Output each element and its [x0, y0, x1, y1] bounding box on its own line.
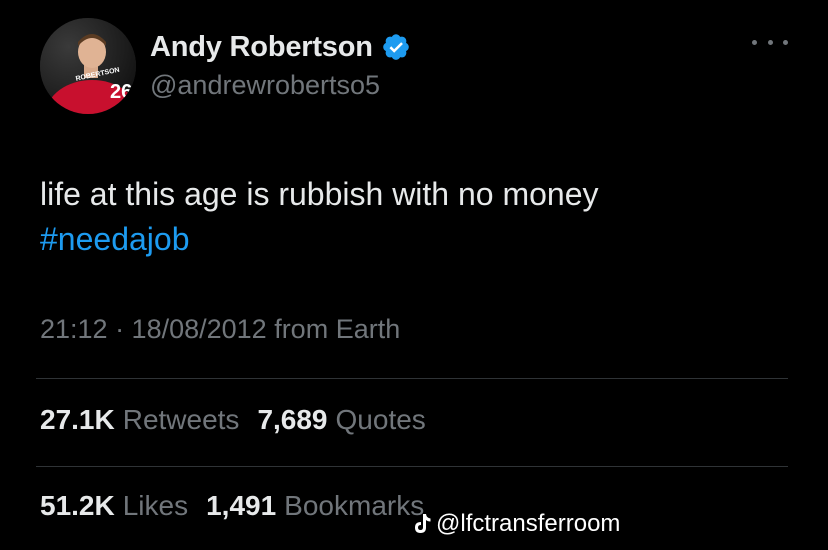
divider — [36, 466, 788, 467]
tweet-timestamp[interactable]: 21:12 · 18/08/2012 from Earth — [40, 314, 400, 345]
dot-icon — [752, 39, 757, 45]
jersey-number: 26 — [110, 81, 132, 103]
user-handle[interactable]: @andrewrobertso5 — [150, 70, 380, 101]
tiktok-icon — [415, 514, 431, 533]
dot-icon — [767, 39, 773, 45]
retweets-label[interactable]: Retweets — [123, 404, 240, 436]
watermark-text: @lfctransferroom — [436, 510, 621, 537]
hashtag-link[interactable]: #needajob — [40, 217, 790, 262]
engagement-row-1: 27.1K Retweets 7,689 Quotes — [40, 404, 444, 436]
bookmarks-count[interactable]: 1,491 — [206, 490, 276, 522]
bookmarks-label[interactable]: Bookmarks — [284, 490, 424, 522]
quotes-label[interactable]: Quotes — [336, 404, 426, 436]
verified-badge-icon — [382, 34, 409, 60]
retweets-count[interactable]: 27.1K — [40, 404, 115, 436]
dot-icon — [783, 39, 788, 45]
engagement-row-2: 51.2K Likes 1,491 Bookmarks — [40, 490, 442, 522]
avatar[interactable]: 26 ROBERTSON — [40, 18, 136, 114]
likes-count[interactable]: 51.2K — [40, 490, 115, 522]
divider — [36, 378, 788, 379]
more-options-button[interactable] — [752, 30, 788, 54]
display-name[interactable]: Andy Robertson — [150, 31, 373, 64]
likes-label[interactable]: Likes — [123, 490, 188, 522]
user-name-row[interactable]: Andy Robertson — [150, 28, 411, 66]
tweet-text-line: life at this age is rubbish with no mone… — [40, 176, 599, 212]
quotes-count[interactable]: 7,689 — [257, 404, 327, 436]
tweet-text: life at this age is rubbish with no mone… — [40, 172, 790, 262]
tiktok-watermark: @lfctransferroom — [412, 510, 620, 538]
avatar-image: 26 ROBERTSON — [40, 18, 136, 114]
